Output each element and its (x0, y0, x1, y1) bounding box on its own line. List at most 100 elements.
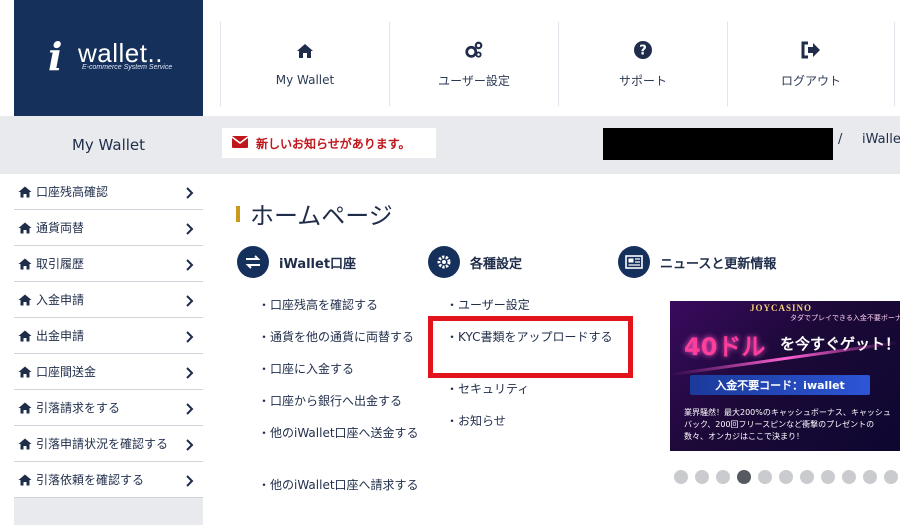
banner-logo: JOYCASINO (750, 303, 813, 313)
sidebar-item[interactable]: 引落申請状況を確認する (14, 426, 203, 462)
ad-banner[interactable]: JOYCASINO タダでプレイできる入金不要ボーナスで 40ドル を今すぐゲッ… (670, 301, 900, 451)
nav-my-wallet[interactable]: My Wallet (220, 22, 389, 106)
banner-code: 入金不要コード：iwallet (690, 375, 870, 395)
svg-text:?: ? (639, 43, 647, 58)
house-icon (18, 329, 34, 343)
link-check-balance[interactable]: ・口座残高を確認する (258, 296, 378, 313)
house-icon (18, 293, 34, 307)
chevron-right-icon (185, 401, 195, 415)
link-user-settings[interactable]: ・ユーザー設定 (446, 296, 530, 313)
sidebar-title: My Wallet (14, 116, 203, 174)
newspaper-icon (618, 246, 650, 278)
top-header: i wallet.. E-commerce System Service My … (0, 0, 900, 116)
sidebar-item[interactable]: 取引履歴 (14, 246, 203, 282)
carousel-dot[interactable] (842, 470, 856, 484)
sidebar-item-label: 口座間送金 (36, 365, 97, 379)
logo-i-mark: i (48, 34, 63, 79)
carousel-dot[interactable] (863, 470, 877, 484)
redacted-area (603, 128, 833, 160)
carousel-dot[interactable] (821, 470, 835, 484)
house-icon (18, 185, 34, 199)
house-icon (18, 221, 34, 235)
nav-label: My Wallet (275, 73, 335, 87)
carousel-dot[interactable] (779, 470, 793, 484)
notice-banner[interactable]: 新しいお知らせがあります。 (222, 128, 436, 158)
carousel-dot[interactable] (737, 470, 751, 484)
nav-support[interactable]: ? サポート (558, 22, 727, 106)
sidebar-item-label: 引落請求をする (36, 401, 121, 415)
sidebar-item[interactable]: 口座残高確認 (14, 174, 203, 210)
sidebar-item-label: 引落依頼を確認する (36, 473, 145, 487)
link-request-iwallet[interactable]: ・他のiWallet口座へ請求する (258, 476, 428, 494)
link-exchange-currency[interactable]: ・通貨を他の通貨に両替する (258, 328, 414, 345)
nav-user-settings[interactable]: ユーザー設定 (389, 22, 558, 106)
sidebar-item[interactable]: 通貨両替 (14, 210, 203, 246)
section-news-header: ニュースと更新情報 (618, 246, 776, 278)
sidebar: 口座残高確認 通貨両替取引履歴入金申請出金申請口座間送金引落請求をする引落申請状況… (14, 174, 203, 525)
exchange-icon (237, 246, 269, 278)
house-icon (18, 473, 34, 487)
logo-tagline: E-commerce System Service (82, 64, 173, 71)
top-nav: My Wallet ユーザー設定 ? サポート ログアウト (220, 22, 895, 106)
sidebar-item[interactable]: 引落依頼を確認する (14, 462, 203, 498)
kyc-highlight-box (428, 316, 633, 378)
house-icon (18, 437, 34, 451)
notice-text: 新しいお知らせがあります。 (256, 136, 411, 151)
banner-top-text: タダでプレイできる入金不要ボーナスで (790, 314, 900, 322)
nav-logout[interactable]: ログアウト (727, 22, 895, 106)
iwallet-logo[interactable]: i wallet.. E-commerce System Service (14, 0, 203, 116)
section-account-title: iWallet口座 (279, 256, 357, 272)
sidebar-item[interactable]: 出金申請 (14, 318, 203, 354)
sidebar-item-label: 出金申請 (36, 329, 85, 343)
sidebar-item-label: 入金申請 (36, 293, 85, 307)
home-icon (295, 41, 315, 61)
chevron-right-icon (185, 293, 195, 307)
house-icon (18, 401, 34, 415)
carousel-dot[interactable] (800, 470, 814, 484)
link-security[interactable]: ・セキュリティ (446, 380, 529, 397)
chevron-right-icon (185, 329, 195, 343)
logout-icon (801, 40, 821, 60)
link-deposit[interactable]: ・口座に入金する (258, 360, 354, 377)
link-withdraw-bank[interactable]: ・口座から銀行へ出金する (258, 392, 402, 409)
house-icon (18, 257, 34, 271)
page-title: ホームページ (236, 196, 393, 231)
banner-description: 業界騒然！最大200%のキャッシュボーナス、キャッシュバック、200回フリースピ… (684, 408, 891, 441)
page-title-text: ホームページ (250, 202, 393, 230)
title-accent-bar (236, 205, 240, 222)
chevron-right-icon (185, 257, 195, 271)
question-icon: ? (633, 40, 653, 60)
carousel-dot[interactable] (674, 470, 688, 484)
chevron-right-icon (185, 437, 195, 451)
sidebar-item[interactable]: 入金申請 (14, 282, 203, 318)
banner-main-big: 40ドル (684, 333, 766, 361)
chevron-right-icon (185, 221, 195, 235)
section-news-title: ニュースと更新情報 (660, 256, 777, 272)
link-notifications[interactable]: ・お知らせ (446, 412, 506, 429)
envelope-icon (231, 135, 249, 151)
chevron-right-icon (185, 365, 195, 379)
carousel-dot[interactable] (716, 470, 730, 484)
link-send-iwallet[interactable]: ・他のiWallet口座へ送金する (258, 424, 428, 442)
carousel-dots (674, 470, 898, 484)
house-icon (18, 365, 34, 379)
nav-label: ログアウト (780, 73, 841, 88)
sidebar-item-label: 引落申請状況を確認する (36, 437, 169, 451)
sidebar-item[interactable]: 口座間送金 (14, 354, 203, 390)
chevron-right-icon (185, 185, 195, 199)
breadcrumb-separator: / (838, 132, 843, 147)
gears-icon (464, 40, 484, 60)
section-settings-title: 各種設定 (470, 256, 523, 272)
gear-icon (428, 246, 460, 278)
sidebar-item-label: 取引履歴 (36, 257, 85, 271)
sidebar-item-label: 口座残高確認 (36, 185, 109, 199)
carousel-dot[interactable] (695, 470, 709, 484)
chevron-right-icon (185, 473, 195, 487)
nav-label: サポート (618, 73, 667, 88)
breadcrumb-current: iWallet (862, 132, 900, 147)
carousel-dot[interactable] (884, 470, 898, 484)
carousel-dot[interactable] (758, 470, 772, 484)
section-account-header: iWallet口座 (237, 246, 356, 278)
sidebar-item[interactable]: 引落請求をする (14, 390, 203, 426)
sidebar-item-label: 通貨両替 (36, 221, 85, 235)
